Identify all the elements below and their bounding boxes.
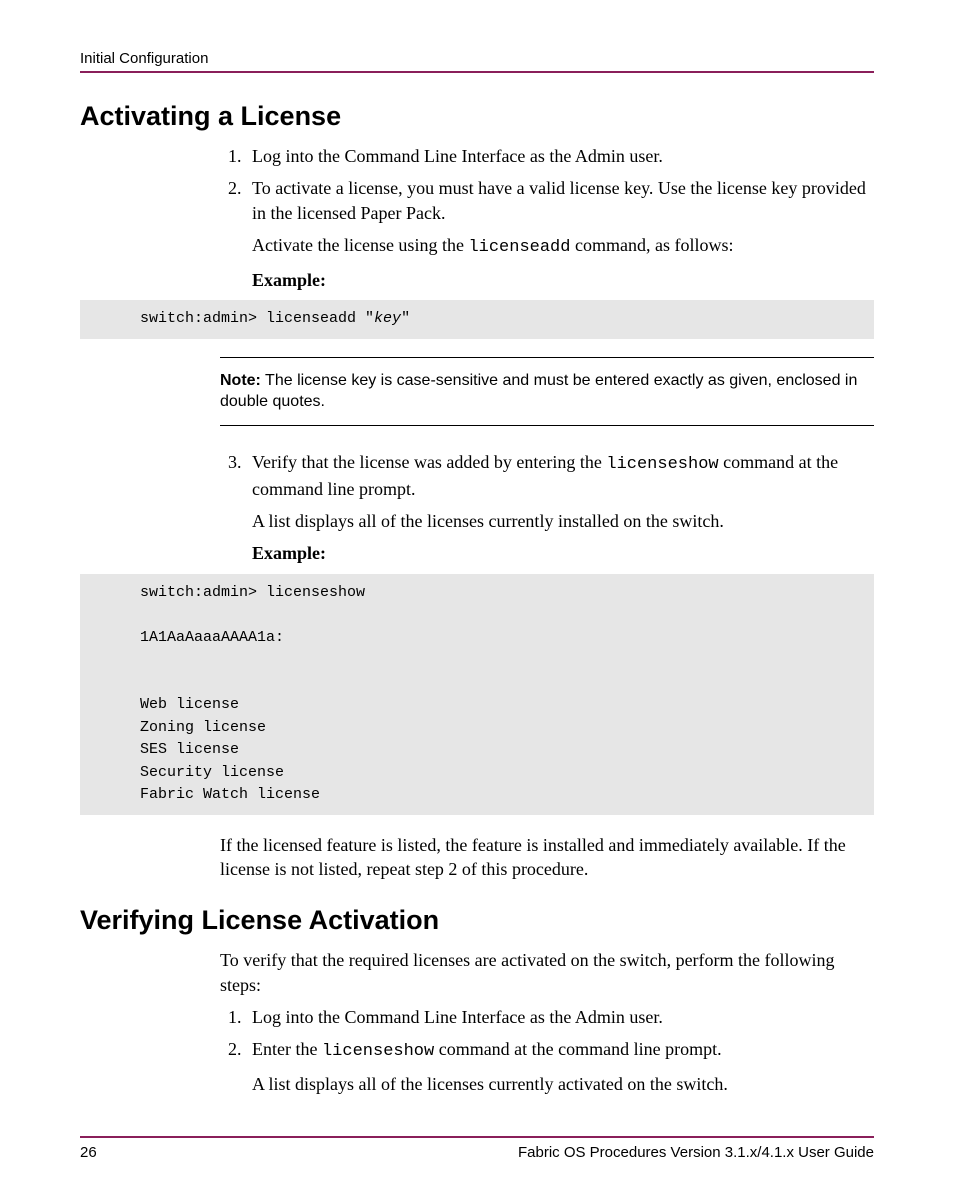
code-block-licenseshow: switch:admin> licenseshow 1A1AaAaaaAAAA1… — [80, 574, 874, 815]
section2-intro: To verify that the required licenses are… — [220, 948, 874, 997]
section2-body: To verify that the required licenses are… — [220, 948, 874, 1096]
note-container: Note: The license key is case-sensitive … — [220, 357, 874, 566]
verify-step-2-para: A list displays all of the licenses curr… — [252, 1072, 874, 1096]
step-2: To activate a license, you must have a v… — [246, 176, 874, 292]
step-2-activate-para: Activate the license using the licensead… — [252, 233, 874, 260]
step-1: Log into the Command Line Interface as t… — [246, 144, 874, 168]
example-label-1: Example: — [252, 268, 874, 292]
code-block-licenseadd: switch:admin> licenseadd "key" — [80, 300, 874, 339]
verify-step-1: Log into the Command Line Interface as t… — [246, 1005, 874, 1029]
note-text: The license key is case-sensitive and mu… — [220, 372, 857, 411]
section-name: Initial Configuration — [80, 50, 208, 67]
verify-step-2: Enter the licenseshow command at the com… — [246, 1037, 874, 1096]
page-number: 26 — [80, 1144, 97, 1161]
document-page: Initial Configuration Activating a Licen… — [0, 0, 954, 1201]
section1-body: Log into the Command Line Interface as t… — [220, 144, 874, 292]
page-footer: 26 Fabric OS Procedures Version 3.1.x/4.… — [80, 1136, 874, 1161]
step-3: Verify that the license was added by ent… — [246, 450, 874, 566]
cmd-licenseadd: licenseadd — [468, 238, 570, 257]
heading-activating-license: Activating a License — [80, 101, 874, 132]
cmd-licenseshow: licenseshow — [606, 455, 718, 474]
step-3-list-para: A list displays all of the licenses curr… — [252, 509, 874, 533]
after-code-para: If the licensed feature is listed, the f… — [220, 833, 874, 882]
doc-title-footer: Fabric OS Procedures Version 3.1.x/4.1.x… — [518, 1144, 874, 1161]
note-label: Note: — [220, 372, 261, 389]
note-block: Note: The license key is case-sensitive … — [220, 357, 874, 426]
example-label-2: Example: — [252, 541, 874, 565]
running-header: Initial Configuration — [80, 50, 874, 73]
cmd-licenseshow-2: licenseshow — [322, 1042, 434, 1061]
heading-verifying-license: Verifying License Activation — [80, 905, 874, 936]
